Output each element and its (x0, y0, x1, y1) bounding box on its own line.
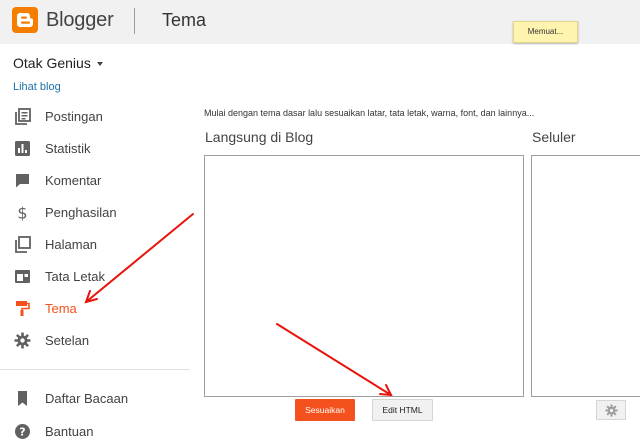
mobile-preview-frame[interactable] (531, 155, 640, 397)
caret-down-icon[interactable] (97, 62, 103, 66)
sidebar-item-label: Penghasilan (45, 205, 117, 220)
comment-icon (16, 174, 29, 188)
live-preview-title: Langsung di Blog (205, 129, 314, 145)
sidebar-item-earnings[interactable]: $ Penghasilan (0, 198, 190, 228)
sidebar-item-comments[interactable]: Komentar (0, 166, 190, 196)
gear-icon (605, 404, 618, 417)
sidebar-item-reading-list[interactable]: Daftar Bacaan (0, 384, 190, 414)
sidebar-item-settings[interactable]: Setelan (0, 326, 190, 356)
sidebar-item-label: Komentar (45, 173, 102, 188)
help-icon: ? (15, 424, 30, 439)
sidebar-item-pages[interactable]: Halaman (0, 230, 190, 260)
view-blog-link[interactable]: Lihat blog (13, 81, 61, 93)
svg-text:$: $ (17, 204, 27, 221)
sidebar-item-label: Bantuan (45, 424, 94, 439)
sidebar-item-stats[interactable]: Statistik (0, 134, 190, 164)
sidebar-divider (0, 369, 190, 370)
sidebar-item-posts[interactable]: Postingan (0, 102, 190, 132)
svg-text:?: ? (19, 426, 25, 439)
brand-name: Blogger (46, 9, 114, 31)
sidebar-item-label: Tata Letak (45, 269, 105, 284)
sidebar-item-label: Tema (45, 301, 77, 316)
sidebar-item-label: Setelan (45, 333, 90, 348)
theme-intro-text: Mulai dengan tema dasar lalu sesuaikan l… (204, 108, 535, 118)
edit-html-button[interactable]: Edit HTML (372, 399, 433, 421)
dollar-icon: $ (17, 204, 27, 221)
live-preview-frame[interactable] (204, 155, 524, 397)
paint-roller-icon (16, 301, 30, 316)
sidebar-item-label: Statistik (45, 141, 91, 156)
gear-icon (14, 332, 31, 349)
sidebar-item-help[interactable]: ? Bantuan (0, 417, 190, 447)
page-title: Tema (162, 10, 207, 30)
loading-notice: Memuat... (513, 21, 578, 43)
sidebar-item-layout[interactable]: Tata Letak (0, 262, 190, 292)
posts-icon (15, 108, 31, 125)
pages-icon (15, 236, 31, 253)
sidebar-item-label: Halaman (45, 237, 98, 252)
sidebar-item-theme[interactable]: Tema (0, 294, 190, 324)
customize-button[interactable]: Sesuaikan (295, 399, 355, 421)
blog-name-selector[interactable]: Otak Genius (13, 55, 91, 71)
mobile-settings-button[interactable] (596, 400, 626, 420)
stats-icon (15, 141, 30, 156)
layout-icon (15, 270, 30, 283)
mobile-preview-title: Seluler (532, 129, 576, 145)
header-divider (134, 8, 135, 34)
bookmark-icon (18, 391, 27, 406)
sidebar-item-label: Daftar Bacaan (45, 391, 129, 406)
sidebar-item-label: Postingan (45, 109, 103, 124)
blogger-logo-icon[interactable] (12, 7, 38, 33)
